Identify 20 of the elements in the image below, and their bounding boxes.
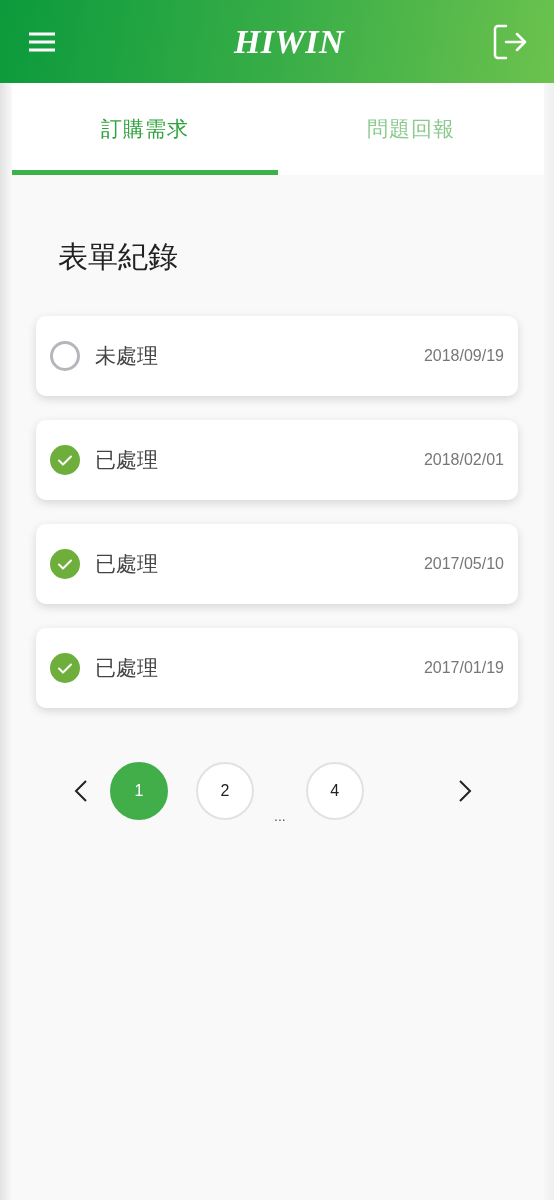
record-date: 2018/02/01	[423, 451, 504, 469]
status-label: 已處理	[95, 655, 159, 682]
logo: HIWIN	[233, 22, 345, 61]
record-date: 2017/01/19	[423, 659, 504, 677]
page-button[interactable]: 4	[305, 762, 364, 820]
record-card[interactable]: 已處理 2018/02/01	[36, 420, 518, 500]
page-button[interactable]: 2	[196, 762, 254, 820]
status-label: 已處理	[95, 551, 159, 578]
record-card[interactable]: 未處理 2018/09/19	[36, 316, 518, 396]
next-page-icon[interactable]	[458, 780, 472, 802]
section-title: 表單紀錄	[58, 238, 179, 276]
status-label: 已處理	[95, 447, 159, 474]
ellipsis: ...	[274, 808, 286, 824]
status-label: 未處理	[95, 343, 159, 370]
previous-page-icon[interactable]	[74, 780, 88, 802]
menu-icon[interactable]	[28, 30, 56, 53]
record-date: 2018/09/19	[423, 347, 504, 365]
record-card[interactable]: 已處理 2017/05/10	[36, 524, 518, 604]
record-card[interactable]: 已處理 2017/01/19	[36, 628, 518, 708]
record-date: 2017/05/10	[423, 555, 504, 573]
